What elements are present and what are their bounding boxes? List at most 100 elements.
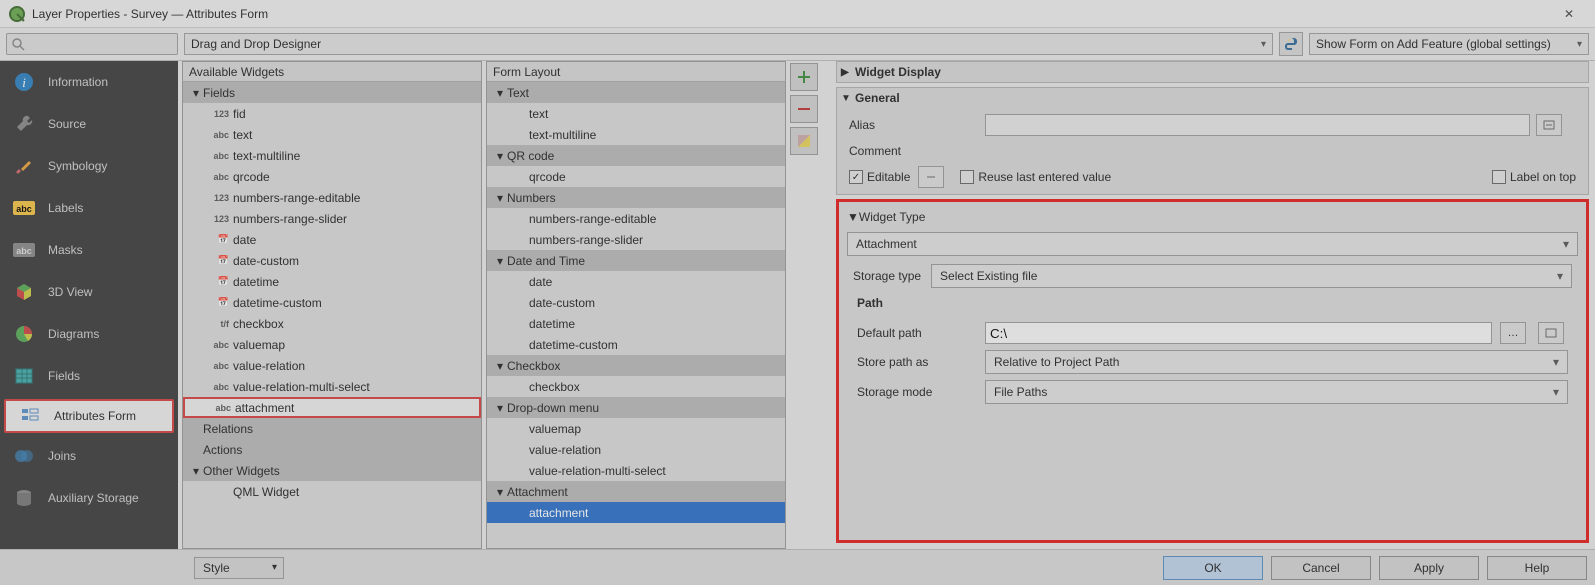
close-button[interactable]: ✕: [1551, 7, 1587, 21]
sidebar-item-diagrams[interactable]: Diagrams: [0, 313, 178, 355]
alias-input[interactable]: [985, 114, 1530, 136]
browse-path-button[interactable]: …: [1500, 322, 1526, 344]
sidebar-item-information[interactable]: iInformation: [0, 61, 178, 103]
sidebar-item-joins[interactable]: Joins: [0, 435, 178, 477]
fl-group[interactable]: ▾QR code: [487, 145, 785, 166]
tree-group-relations[interactable]: ▾Relations: [183, 418, 481, 439]
form-layout-tree[interactable]: ▾Text text text-multiline ▾QR code qrcod…: [487, 82, 785, 548]
titlebar: Layer Properties - Survey — Attributes F…: [0, 0, 1595, 28]
sidebar-item-label: Source: [48, 117, 86, 131]
sidebar-item-label: Joins: [48, 449, 76, 463]
sidebar-item-labels[interactable]: abc Labels: [0, 187, 178, 229]
form-designer-dropdown[interactable]: Drag and Drop Designer: [184, 33, 1273, 55]
sidebar-item-label: Symbology: [48, 159, 107, 173]
fl-group[interactable]: ▾Drop-down menu: [487, 397, 785, 418]
fl-item[interactable]: text: [487, 103, 785, 124]
default-path-input[interactable]: [985, 322, 1492, 344]
sidebar-item-label: Diagrams: [48, 327, 99, 341]
sidebar-item-attributes-form[interactable]: Attributes Form: [4, 399, 174, 433]
tree-item[interactable]: t/fcheckbox: [183, 313, 481, 334]
store-path-as-label: Store path as: [857, 355, 977, 369]
add-item-button[interactable]: [790, 63, 818, 91]
fl-item[interactable]: datetime: [487, 313, 785, 334]
tree-item[interactable]: 123numbers-range-slider: [183, 208, 481, 229]
ok-button[interactable]: OK: [1163, 556, 1263, 580]
tree-item[interactable]: abctext: [183, 124, 481, 145]
tree-group-actions[interactable]: ▾Actions: [183, 439, 481, 460]
fl-item[interactable]: checkbox: [487, 376, 785, 397]
pie-icon: [10, 320, 38, 348]
tree-item[interactable]: abcvaluemap: [183, 334, 481, 355]
invert-selection-button[interactable]: [790, 127, 818, 155]
tree-item[interactable]: QML Widget: [183, 481, 481, 502]
section-header[interactable]: ▼General: [837, 88, 1588, 108]
fl-group[interactable]: ▾Numbers: [487, 187, 785, 208]
label-on-top-checkbox[interactable]: [1492, 170, 1506, 184]
store-path-as-combo[interactable]: Relative to Project Path: [985, 350, 1568, 374]
sidebar-search-input[interactable]: [6, 33, 178, 55]
editable-override-button[interactable]: [918, 166, 944, 188]
fl-item[interactable]: valuemap: [487, 418, 785, 439]
cancel-button[interactable]: Cancel: [1271, 556, 1371, 580]
sidebar-item-masks[interactable]: abcMasks: [0, 229, 178, 271]
default-path-override-button[interactable]: [1538, 322, 1564, 344]
sidebar-item-symbology[interactable]: Symbology: [0, 145, 178, 187]
storage-type-combo[interactable]: Select Existing file: [931, 264, 1572, 288]
widget-type-combo[interactable]: Attachment: [847, 232, 1578, 256]
fl-item[interactable]: qrcode: [487, 166, 785, 187]
fl-item[interactable]: text-multiline: [487, 124, 785, 145]
storage-mode-combo[interactable]: File Paths: [985, 380, 1568, 404]
tree-item[interactable]: 📅datetime-custom: [183, 292, 481, 313]
show-form-dropdown[interactable]: Show Form on Add Feature (global setting…: [1309, 33, 1589, 55]
cube-icon: [10, 278, 38, 306]
dropdown-label: Show Form on Add Feature (global setting…: [1316, 37, 1551, 51]
general-section: ▼General Alias Comment ✓Editable Reuse l…: [836, 87, 1589, 195]
dialog-button-bar: Style OK Cancel Apply Help: [0, 549, 1595, 585]
storage-mode-label: Storage mode: [857, 385, 977, 399]
alias-override-button[interactable]: [1536, 114, 1562, 136]
tree-item[interactable]: abcvalue-relation: [183, 355, 481, 376]
remove-item-button[interactable]: [790, 95, 818, 123]
svg-text:abc: abc: [16, 204, 32, 214]
style-button[interactable]: Style: [194, 557, 284, 579]
sidebar-item-source[interactable]: Source: [0, 103, 178, 145]
tree-item[interactable]: abcvalue-relation-multi-select: [183, 376, 481, 397]
sidebar-item-label: Labels: [48, 201, 83, 215]
tree-item[interactable]: 123numbers-range-editable: [183, 187, 481, 208]
editable-checkbox[interactable]: ✓: [849, 170, 863, 184]
fl-item[interactable]: datetime-custom: [487, 334, 785, 355]
fl-item[interactable]: date-custom: [487, 292, 785, 313]
help-button[interactable]: Help: [1487, 556, 1587, 580]
tree-item[interactable]: 📅date: [183, 229, 481, 250]
tree-item[interactable]: 📅datetime: [183, 271, 481, 292]
section-header[interactable]: ▼Widget Type: [847, 210, 1578, 224]
reuse-checkbox[interactable]: [960, 170, 974, 184]
info-icon: i: [10, 68, 38, 96]
tree-group-other-widgets[interactable]: ▾Other Widgets: [183, 460, 481, 481]
sidebar-item-fields[interactable]: Fields: [0, 355, 178, 397]
apply-button[interactable]: Apply: [1379, 556, 1479, 580]
sidebar-item-3dview[interactable]: 3D View: [0, 271, 178, 313]
fl-group[interactable]: ▾Date and Time: [487, 250, 785, 271]
tree-item[interactable]: 📅date-custom: [183, 250, 481, 271]
widget-display-section: ▶Widget Display: [836, 61, 1589, 83]
tree-item[interactable]: abctext-multiline: [183, 145, 481, 166]
python-console-button[interactable]: [1279, 32, 1303, 56]
fl-item[interactable]: numbers-range-slider: [487, 229, 785, 250]
tree-item-attachment[interactable]: abcattachment: [183, 397, 481, 418]
fl-item[interactable]: value-relation: [487, 439, 785, 460]
sidebar-item-auxiliary-storage[interactable]: Auxiliary Storage: [0, 477, 178, 519]
fl-item[interactable]: value-relation-multi-select: [487, 460, 785, 481]
fl-item-attachment-selected[interactable]: attachment: [487, 502, 785, 523]
fl-item[interactable]: date: [487, 271, 785, 292]
fl-item[interactable]: numbers-range-editable: [487, 208, 785, 229]
tree-group-fields[interactable]: ▾Fields: [183, 82, 481, 103]
fl-group[interactable]: ▾Checkbox: [487, 355, 785, 376]
section-header[interactable]: ▶Widget Display: [837, 62, 1588, 82]
tree-item[interactable]: 123fid: [183, 103, 481, 124]
tree-item[interactable]: abcqrcode: [183, 166, 481, 187]
fl-group[interactable]: ▾Text: [487, 82, 785, 103]
fl-group[interactable]: ▾Attachment: [487, 481, 785, 502]
available-widgets-tree[interactable]: ▾Fields 123fid abctext abctext-multiline…: [183, 82, 481, 548]
available-widgets-panel: Available Widgets ▾Fields 123fid abctext…: [182, 61, 482, 549]
